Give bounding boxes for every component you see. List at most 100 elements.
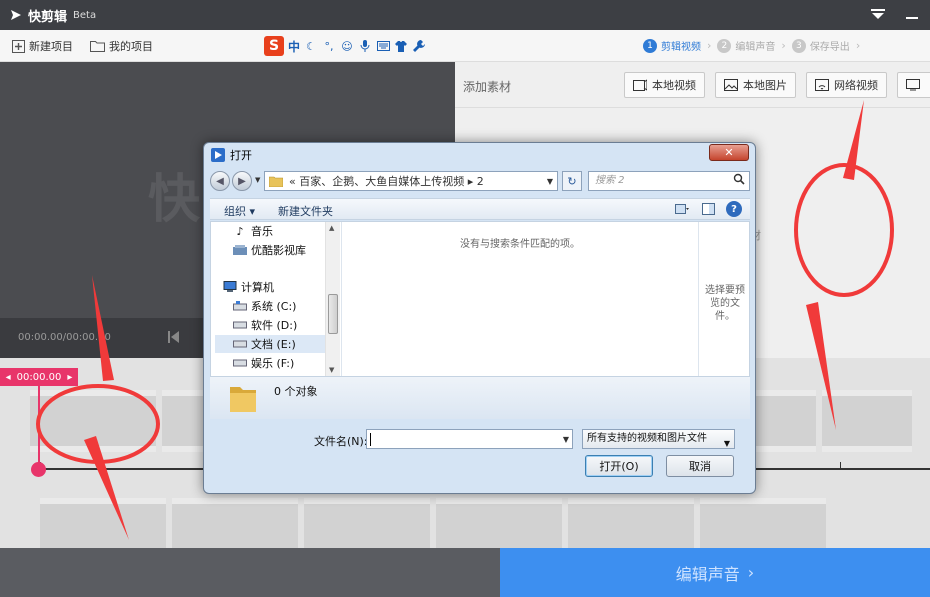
clip-slot[interactable] — [30, 390, 156, 452]
ruler-tick — [840, 462, 841, 468]
title-bar: 快剪辑 Beta — [0, 0, 930, 30]
scroll-thumb[interactable] — [328, 294, 338, 334]
dialog-titlebar[interactable]: 打开 ✕ — [204, 143, 755, 167]
bottom-left-bar — [0, 548, 500, 597]
recent-dropdown-icon[interactable]: ▼ — [255, 176, 260, 184]
back-button[interactable]: ◀ — [210, 171, 230, 191]
menu-dropdown-icon[interactable] — [870, 6, 886, 22]
playhead-handle[interactable] — [31, 462, 46, 477]
skin-shirt-icon[interactable] — [394, 39, 408, 53]
video-add-icon — [633, 79, 647, 91]
address-row: ◀ ▶ ▼ « 百家、企鹅、大鱼自媒体上传视频 ▸ 2 ▼ ↻ 搜索 2 — [210, 170, 750, 192]
nav-item-drive-c[interactable]: 系统 (C:) — [233, 297, 296, 315]
address-current[interactable]: 2 — [477, 175, 484, 188]
new-project-button[interactable]: 新建项目 — [12, 38, 73, 54]
wrench-icon[interactable] — [412, 39, 426, 53]
folder-icon — [230, 387, 256, 412]
chevron-right-icon: › — [747, 563, 755, 582]
search-icon[interactable] — [733, 173, 745, 185]
help-icon[interactable]: ? — [726, 201, 742, 217]
open-button[interactable]: 打开(O) — [585, 455, 653, 477]
system-drive-icon — [233, 299, 247, 313]
preview-pane-icon[interactable] — [700, 201, 716, 217]
nav-item-drive-f[interactable]: 娱乐 (F:) — [233, 354, 294, 372]
keyboard-icon[interactable] — [376, 39, 390, 53]
playhead[interactable] — [38, 386, 40, 468]
time-marker-label: 00:00.00 — [16, 371, 62, 383]
moon-icon[interactable]: ☾ — [304, 39, 318, 53]
my-projects-label: 我的项目 — [109, 40, 153, 53]
step-label: 编辑声音 — [735, 42, 776, 53]
nav-item-label: 音乐 — [251, 225, 273, 238]
emoji-icon[interactable]: ☺ — [340, 39, 354, 53]
nav-item-youku-library[interactable]: 优酷影视库 — [233, 241, 306, 259]
local-video-button[interactable]: 本地视频 — [624, 72, 705, 98]
new-folder-button[interactable]: 新建文件夹 — [278, 203, 333, 219]
next-edit-audio-button[interactable]: 编辑声音 › — [500, 548, 930, 597]
nav-item-drive-d[interactable]: 软件 (D:) — [233, 316, 297, 334]
text-cursor — [370, 433, 371, 446]
online-video-button[interactable]: 网络视频 — [806, 72, 887, 98]
punctuation-icon[interactable]: °, — [322, 39, 336, 53]
my-projects-button[interactable]: 我的项目 — [90, 38, 153, 54]
scroll-up-icon[interactable]: ▲ — [329, 224, 334, 232]
local-image-button[interactable]: 本地图片 — [715, 72, 796, 98]
new-project-icon — [12, 39, 25, 53]
scroll-down-icon[interactable]: ▼ — [329, 366, 334, 374]
nav-item-drive-e[interactable]: 文档 (E:) — [215, 335, 325, 353]
filename-dropdown-icon[interactable]: ▼ — [563, 435, 569, 444]
file-list-pane[interactable]: 没有与搜索条件匹配的项。 — [342, 222, 698, 376]
skip-previous-icon[interactable] — [168, 330, 182, 344]
caret-left-icon: ◂ — [5, 371, 11, 383]
organize-menu[interactable]: 组织 ▾ — [224, 203, 255, 219]
cancel-button[interactable]: 取消 — [666, 455, 734, 477]
step-number: 2 — [717, 38, 732, 53]
step-number: 1 — [643, 38, 657, 53]
nav-item-label: 文档 (E:) — [251, 338, 296, 351]
local-image-label: 本地图片 — [743, 79, 787, 92]
online-video-icon — [815, 79, 829, 91]
view-mode-icon[interactable] — [674, 201, 690, 217]
time-marker[interactable]: ◂ 00:00.00 ▸ — [0, 368, 78, 386]
address-separator[interactable]: ▸ — [468, 175, 474, 188]
app-title: 快剪辑 — [28, 9, 68, 25]
computer-icon — [223, 280, 237, 294]
microphone-icon[interactable] — [358, 39, 372, 53]
screen-record-icon — [906, 79, 920, 91]
nav-item-label: 计算机 — [241, 281, 274, 294]
search-input[interactable]: 搜索 2 — [588, 171, 750, 191]
step-edit-video[interactable]: 1 剪辑视频 — [643, 38, 701, 53]
nav-item-label: 系统 (C:) — [251, 300, 297, 313]
step-save-export[interactable]: 3 保存导出 — [791, 38, 850, 53]
preview-message: 选择要预览的文件。 — [705, 285, 745, 322]
open-file-dialog: 打开 ✕ ◀ ▶ ▼ « 百家、企鹅、大鱼自媒体上传视频 ▸ 2 ▼ ↻ 搜索 … — [203, 142, 756, 494]
ime-mode-label[interactable]: 中 — [288, 38, 300, 55]
nav-scrollbar[interactable]: ▲ ▼ — [325, 222, 340, 376]
step-edit-audio[interactable]: 2 编辑声音 — [717, 38, 775, 53]
address-dropdown-icon[interactable]: ▼ — [543, 177, 557, 186]
file-type-filter[interactable]: 所有支持的视频和图片文件 ▼ — [582, 429, 735, 449]
clip-slot[interactable] — [822, 390, 912, 452]
address-folder[interactable]: 百家、企鹅、大鱼自媒体上传视频 — [299, 175, 464, 188]
next-label: 编辑声音 — [675, 564, 740, 584]
address-bar[interactable]: « 百家、企鹅、大鱼自媒体上传视频 ▸ 2 ▼ — [264, 171, 558, 191]
nav-item-label: 娱乐 (F:) — [251, 357, 295, 370]
nav-item-music[interactable]: ♪ 音乐 — [233, 222, 273, 240]
close-button[interactable]: ✕ — [709, 144, 749, 161]
filename-input[interactable]: ▼ — [366, 429, 573, 449]
nav-item-computer[interactable]: 计算机 — [223, 278, 274, 296]
chevron-right-icon: › — [707, 39, 712, 52]
chevron-right-icon: › — [781, 39, 786, 52]
command-bar: 组织 ▾ 新建文件夹 ? — [210, 198, 750, 220]
more-material-button[interactable] — [897, 72, 930, 98]
window-controls — [870, 6, 920, 22]
forward-button[interactable]: ▶ — [232, 171, 252, 191]
library-icon — [233, 243, 247, 257]
new-project-label: 新建项目 — [29, 40, 73, 53]
sogou-logo-icon[interactable]: S — [264, 36, 284, 56]
minimize-icon[interactable] — [904, 6, 920, 22]
drive-icon — [233, 337, 247, 351]
nav-item-label: 软件 (D:) — [251, 319, 298, 332]
refresh-button[interactable]: ↻ — [562, 171, 582, 191]
drive-icon — [233, 318, 247, 332]
